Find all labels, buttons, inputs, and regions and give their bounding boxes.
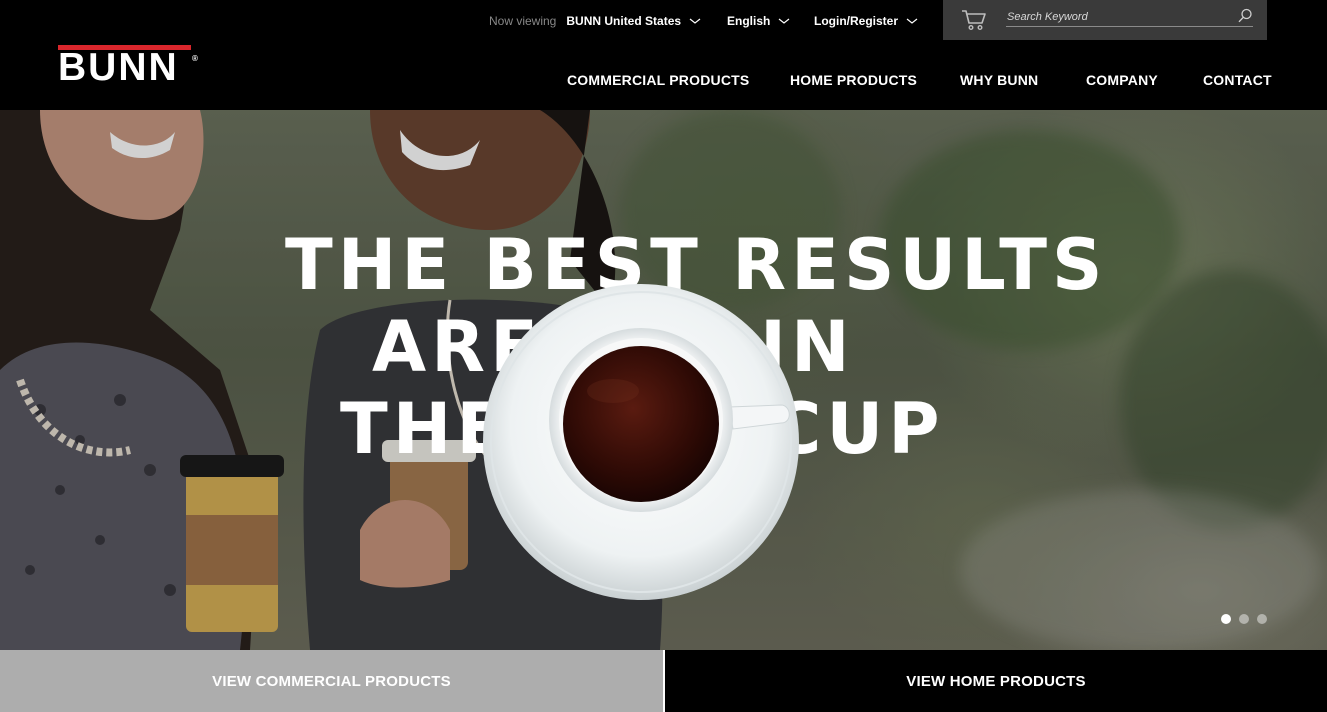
bunn-logo[interactable]: BUNN ® — [58, 45, 200, 89]
login-register-label: Login/Register — [814, 14, 899, 28]
logo-wordmark: BUNN — [58, 46, 179, 89]
view-home-products-button[interactable]: VIEW HOME PRODUCTS — [665, 650, 1327, 712]
nav-commercial-products[interactable]: COMMERCIAL PRODUCTS — [567, 72, 749, 88]
nav-why-bunn[interactable]: WHY BUNN — [960, 72, 1038, 88]
registered-mark: ® — [192, 54, 198, 63]
view-home-products-label: VIEW HOME PRODUCTS — [906, 672, 1086, 690]
nav-home-products[interactable]: HOME PRODUCTS — [790, 72, 917, 88]
view-commercial-products-button[interactable]: VIEW COMMERCIAL PRODUCTS — [0, 650, 663, 712]
carousel-dot-3[interactable] — [1257, 614, 1267, 624]
now-viewing-label: Now viewing — [489, 14, 557, 28]
chevron-down-icon — [689, 17, 701, 25]
carousel-dot-2[interactable] — [1239, 614, 1249, 624]
region-value: BUNN United States — [566, 14, 682, 28]
search-icon[interactable] — [1237, 8, 1253, 24]
region-selector[interactable]: Now viewing BUNN United States — [489, 0, 701, 42]
coffee-cup-image — [481, 283, 801, 601]
login-register-menu[interactable]: Login/Register — [814, 0, 918, 42]
view-commercial-products-label: VIEW COMMERCIAL PRODUCTS — [212, 672, 451, 690]
nav-company[interactable]: COMPANY — [1086, 72, 1158, 88]
language-value: English — [727, 14, 771, 28]
carousel-indicators — [1221, 614, 1267, 624]
carousel-dot-1[interactable] — [1221, 614, 1231, 624]
cart-icon[interactable] — [961, 9, 987, 31]
site-header: BUNN ® Now viewing BUNN United States En… — [0, 0, 1327, 110]
search-input[interactable] — [1006, 9, 1253, 27]
nav-contact[interactable]: CONTACT — [1203, 72, 1272, 88]
language-selector[interactable]: English — [727, 0, 790, 42]
hero-carousel[interactable]: THE BEST RESULTS ARE IN THE CUP — [0, 110, 1327, 650]
search-bar — [943, 0, 1267, 40]
chevron-down-icon — [778, 17, 790, 25]
chevron-down-icon — [906, 17, 918, 25]
